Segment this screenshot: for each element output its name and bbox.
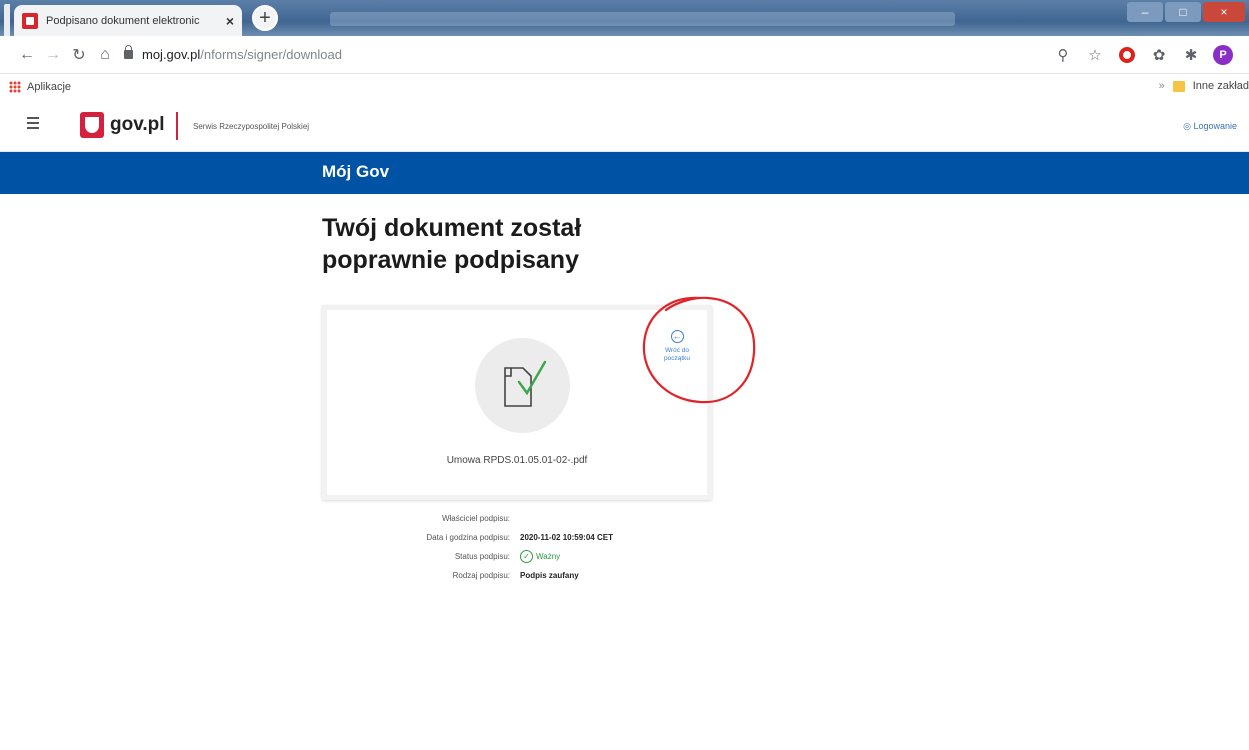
browser-tab[interactable]: Podpisano dokument elektronic ×	[14, 5, 242, 36]
window-close-button[interactable]: ×	[1203, 2, 1245, 22]
home-icon[interactable]: ⌂	[92, 46, 118, 64]
url-host: moj.gov.pl	[142, 47, 201, 62]
meta-value: 2020-11-02 10:59:04 CET	[520, 533, 613, 542]
zoom-icon[interactable]: ⚲	[1053, 45, 1073, 65]
status-value: Ważny	[536, 552, 561, 561]
url-path: /nforms/signer/download	[200, 47, 342, 62]
apps-bookmark[interactable]: Aplikacje	[27, 81, 71, 93]
blurred-region	[330, 12, 955, 26]
tab-title: Podpisano dokument elektronic	[46, 14, 200, 27]
browser-toolbar: ← → ↻ ⌂ moj.gov.pl/nforms/signer/downloa…	[0, 36, 1249, 74]
reload-icon[interactable]: ↻	[66, 45, 92, 65]
page-title-line-2: poprawnie podpisany	[322, 246, 579, 274]
check-circle-icon: ✓	[520, 550, 533, 563]
puzzle-extensions-icon[interactable]: ✱	[1181, 45, 1201, 65]
bookmarks-overflow-icon[interactable]: »	[1159, 80, 1165, 92]
bookmarks-right: » Inne zakład	[1159, 80, 1249, 92]
document-signed-icon	[475, 338, 570, 433]
profile-avatar[interactable]: P	[1213, 45, 1233, 65]
back-arrow-icon[interactable]: ←	[14, 46, 40, 64]
minimize-button[interactable]: –	[1127, 2, 1163, 22]
brand-bar: Mój Gov	[0, 152, 1249, 194]
red-annotation-circle	[642, 296, 756, 404]
login-label: Logowanie	[1193, 121, 1237, 131]
file-name: Umowa RPDS.01.05.01-02-.pdf	[446, 455, 588, 466]
site-header: gov.pl Serwis Rzeczypospolitej Polskiej …	[0, 100, 1249, 152]
bookmark-star-icon[interactable]: ☆	[1085, 45, 1105, 65]
browser-tab-strip: Podpisano dokument elektronic × + – □ ×	[0, 0, 1249, 36]
status-valid: ✓ Ważny	[520, 550, 560, 563]
bookmarks-bar: Aplikacje » Inne zakład	[0, 74, 1249, 100]
toolbar-right-icons: ⚲ ☆ ✿ ✱ P	[1053, 45, 1233, 65]
meta-label: Status podpisu:	[454, 552, 510, 561]
tab-strip-edge	[4, 4, 10, 36]
eagle-emblem-icon	[80, 112, 104, 138]
meta-value: Podpis zaufany	[520, 571, 579, 580]
folder-icon	[1172, 80, 1185, 92]
tab-close-icon[interactable]: ×	[226, 13, 234, 29]
meta-row-owner: Właściciel podpisu:	[322, 509, 742, 528]
forward-arrow-icon[interactable]: →	[40, 46, 66, 64]
logo-text: gov.pl	[110, 114, 165, 135]
gov-favicon-icon	[22, 12, 38, 29]
page-title: Twój dokument został poprawnie podpisany	[322, 212, 742, 276]
window-controls: – □ ×	[1127, 2, 1245, 22]
meta-row-type: Rodzaj podpisu: Podpis zaufany	[322, 566, 742, 585]
login-link[interactable]: ◎ Logowanie	[1183, 121, 1237, 132]
page-title-line-1: Twój dokument został	[322, 214, 582, 242]
hamburger-menu-icon[interactable]	[27, 117, 39, 132]
meta-label: Data i godzina podpisu:	[426, 533, 510, 542]
meta-label: Rodzaj podpisu:	[452, 571, 510, 580]
maximize-button[interactable]: □	[1165, 2, 1201, 22]
opera-extension-icon[interactable]	[1117, 45, 1137, 65]
service-name: Serwis Rzeczypospolitej Polskiej	[193, 122, 310, 131]
meta-row-status: Status podpisu: ✓ Ważny	[322, 547, 742, 566]
lock-icon	[124, 45, 133, 59]
other-bookmarks[interactable]: Inne zakład	[1193, 80, 1249, 92]
apps-grid-icon[interactable]	[9, 81, 21, 93]
gov-logo[interactable]: gov.pl	[80, 112, 165, 138]
signature-details: Właściciel podpisu: Data i godzina podpi…	[322, 509, 742, 585]
extension-icon[interactable]: ✿	[1149, 45, 1169, 65]
brand-title[interactable]: Mój Gov	[322, 162, 389, 182]
new-tab-button[interactable]: +	[252, 5, 278, 31]
logo-divider	[176, 112, 178, 140]
meta-row-date: Data i godzina podpisu: 2020-11-02 10:59…	[322, 528, 742, 547]
address-bar[interactable]: moj.gov.pl/nforms/signer/download	[124, 45, 342, 62]
meta-label: Właściciel podpisu:	[441, 514, 510, 523]
